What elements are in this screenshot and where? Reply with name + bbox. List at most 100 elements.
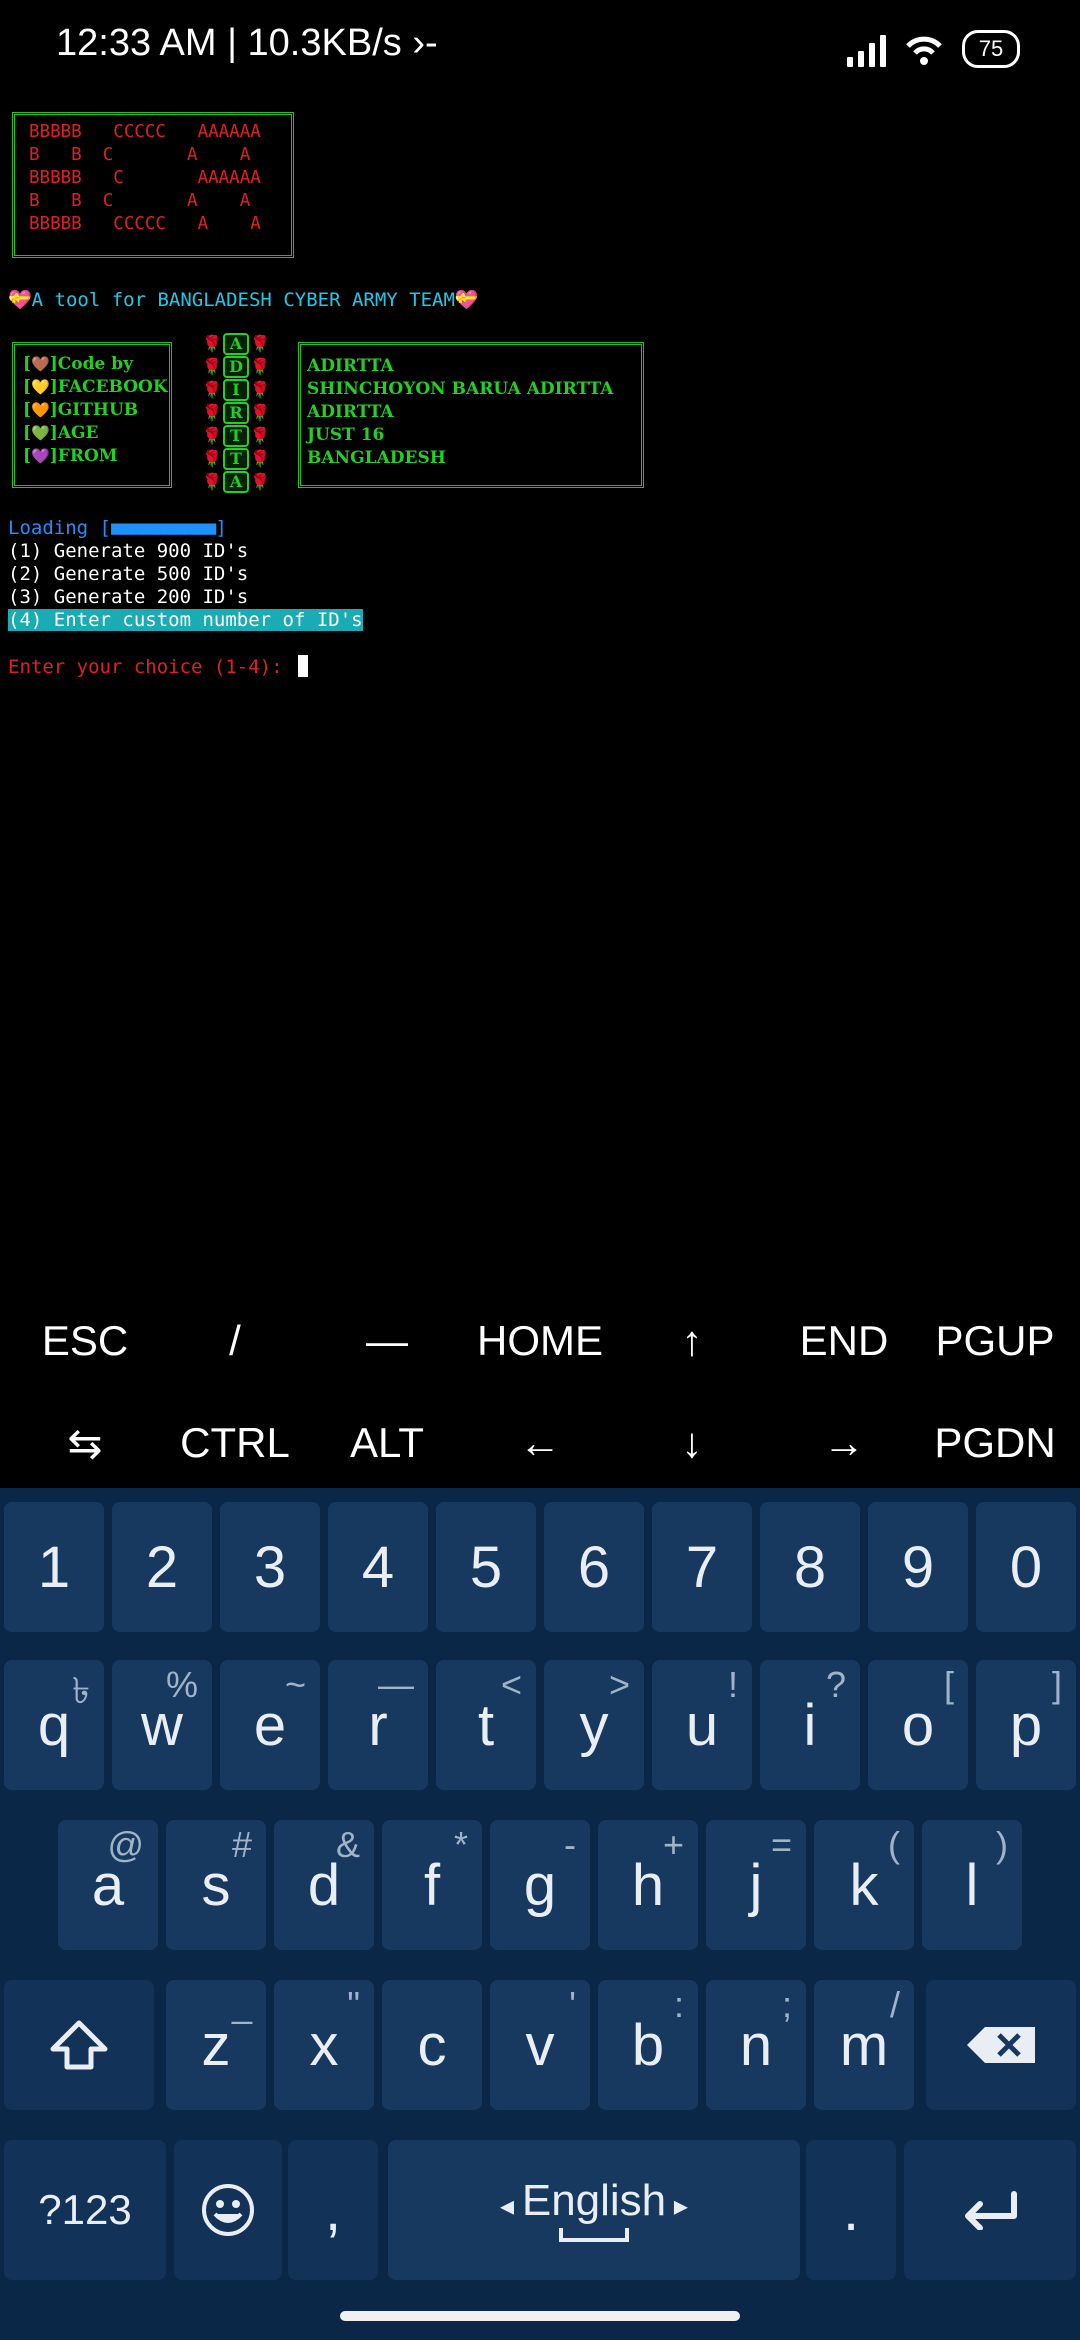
arrow-right-key[interactable]: → bbox=[767, 1398, 921, 1488]
home-key[interactable]: HOME bbox=[463, 1296, 617, 1386]
key-label: s bbox=[201, 1852, 231, 1918]
key-label: i bbox=[803, 1692, 817, 1758]
info-label: [🤎]Code by bbox=[23, 354, 134, 374]
key-hint: ৳ bbox=[72, 1670, 90, 1711]
shift-key[interactable] bbox=[4, 1980, 154, 2110]
key-h[interactable]: h + bbox=[598, 1820, 698, 1950]
info-label: [💚]AGE bbox=[23, 423, 99, 443]
choice-prompt[interactable]: Enter your choice (1-4): bbox=[8, 655, 308, 678]
key-label: l bbox=[965, 1852, 979, 1918]
key-label: m bbox=[839, 2012, 889, 2078]
info-label: [💜]FROM bbox=[23, 446, 118, 466]
name-letter: D bbox=[223, 355, 249, 378]
dash-key[interactable]: — bbox=[310, 1296, 464, 1386]
key-label: 7 bbox=[685, 1534, 719, 1600]
key-label: t bbox=[477, 1692, 495, 1758]
key-label: u bbox=[685, 1692, 719, 1758]
comma-key[interactable]: , bbox=[288, 2140, 378, 2280]
key-n[interactable]: n; bbox=[706, 1980, 806, 2110]
enter-icon bbox=[965, 2191, 1017, 2230]
key-hint: ' bbox=[569, 1984, 576, 2025]
key-o[interactable]: o[ bbox=[868, 1660, 968, 1790]
tab-key[interactable]: ⇆ bbox=[8, 1398, 162, 1488]
key-c[interactable]: c bbox=[382, 1980, 482, 2110]
author-name-column: 🌹 A 🌹 🌹 D 🌹 🌹 I 🌹 🌹 R 🌹 🌹 T 🌹 🌹 T 🌹 🌹 A 🌹 bbox=[196, 332, 276, 493]
pgup-key[interactable]: PGUP bbox=[918, 1296, 1072, 1386]
key-8[interactable]: 8 bbox=[760, 1502, 860, 1632]
slash-key[interactable]: / bbox=[158, 1296, 312, 1386]
info-values-box: ADIRTTA SHINCHOYON BARUA ADIRTTA ADIRTTA JU… bbox=[298, 342, 644, 488]
ctrl-key[interactable]: CTRL bbox=[158, 1398, 312, 1488]
key-x[interactable]: x " bbox=[274, 1980, 374, 2110]
key-j[interactable]: j = bbox=[706, 1820, 806, 1950]
key-7[interactable]: 7 bbox=[652, 1502, 752, 1632]
arrow-down-key[interactable]: ↓ bbox=[615, 1398, 769, 1488]
backspace-key[interactable] bbox=[926, 1980, 1076, 2110]
key-g[interactable]: g- bbox=[490, 1820, 590, 1950]
key-label: n bbox=[739, 2012, 773, 2078]
key-l[interactable]: l) bbox=[922, 1820, 1022, 1950]
key-z[interactable]: z _ bbox=[166, 1980, 266, 2110]
key-hint: _ bbox=[231, 1984, 252, 2025]
key-hint: ( bbox=[888, 1824, 900, 1865]
key-i[interactable]: i? bbox=[760, 1660, 860, 1790]
key-e[interactable]: e ~ bbox=[220, 1660, 320, 1790]
key-t[interactable]: t < bbox=[436, 1660, 536, 1790]
arrow-up-key[interactable]: ↑ bbox=[615, 1296, 769, 1386]
key-0[interactable]: 0 bbox=[976, 1502, 1076, 1632]
key-hint: [ bbox=[943, 1664, 954, 1705]
end-key[interactable]: END bbox=[767, 1296, 921, 1386]
option-2: (2) Generate 500 ID's bbox=[8, 563, 249, 585]
space-key[interactable]: ◂ English ▸ bbox=[388, 2140, 800, 2280]
key-hint: ! bbox=[727, 1664, 738, 1705]
key-a[interactable]: a @ bbox=[58, 1820, 158, 1950]
info-labels-box: [🤎]Code by [💛]FACEBOOK [🧡]GITHUB [💚]AGE [💜]F… bbox=[12, 342, 172, 488]
key-label: k bbox=[849, 1852, 879, 1918]
key-f[interactable]: f * bbox=[382, 1820, 482, 1950]
heart-icon: 🤎 bbox=[31, 355, 50, 373]
shift-icon bbox=[50, 2020, 108, 2070]
key-m[interactable]: m / bbox=[814, 1980, 914, 2110]
key-p[interactable]: p] bbox=[976, 1660, 1076, 1790]
key-r[interactable]: r — bbox=[328, 1660, 428, 1790]
key-label: 5 bbox=[469, 1534, 503, 1600]
key-u[interactable]: u! bbox=[652, 1660, 752, 1790]
period-key[interactable]: . bbox=[806, 2140, 896, 2280]
key-label: 2 bbox=[145, 1534, 179, 1600]
key-label: 4 bbox=[361, 1534, 395, 1600]
key-d[interactable]: d & bbox=[274, 1820, 374, 1950]
key-5[interactable]: 5 bbox=[436, 1502, 536, 1632]
esc-key[interactable]: ESC bbox=[8, 1296, 162, 1386]
key-v[interactable]: v ' bbox=[490, 1980, 590, 2110]
key-3[interactable]: 3 bbox=[220, 1502, 320, 1632]
key-6[interactable]: 6 bbox=[544, 1502, 644, 1632]
key-label: e bbox=[253, 1692, 287, 1758]
terminal-notification-icon: ›- bbox=[412, 22, 438, 64]
rose-icon: 🌹 bbox=[202, 473, 222, 491]
key-2[interactable]: 2 bbox=[112, 1502, 212, 1632]
emoji-key[interactable] bbox=[174, 2140, 282, 2280]
key-hint: ] bbox=[1051, 1664, 1062, 1705]
key-q[interactable]: q ৳ bbox=[4, 1660, 104, 1790]
key-k[interactable]: k( bbox=[814, 1820, 914, 1950]
key-hint: ? bbox=[825, 1664, 846, 1705]
rose-icon: 🌹 bbox=[202, 381, 222, 399]
alt-key[interactable]: ALT bbox=[310, 1398, 464, 1488]
key-1[interactable]: 1 bbox=[4, 1502, 104, 1632]
enter-key[interactable] bbox=[904, 2140, 1076, 2280]
key-label: z bbox=[201, 2012, 231, 2078]
key-9[interactable]: 9 bbox=[868, 1502, 968, 1632]
key-4[interactable]: 4 bbox=[328, 1502, 428, 1632]
key-y[interactable]: y > bbox=[544, 1660, 644, 1790]
key-w[interactable]: w% bbox=[112, 1660, 212, 1790]
key-b[interactable]: b: bbox=[598, 1980, 698, 2110]
home-indicator[interactable] bbox=[340, 2311, 740, 2321]
pgdn-key[interactable]: PGDN bbox=[918, 1398, 1072, 1488]
language-next-icon: ▸ bbox=[666, 2190, 688, 2221]
name-letter: R bbox=[223, 401, 249, 424]
key-hint: @ bbox=[107, 1824, 144, 1865]
symbols-key[interactable]: ?123 bbox=[4, 2140, 166, 2280]
key-s[interactable]: s # bbox=[166, 1820, 266, 1950]
info-value: SHINCHOYON BARUA ADIRTTA bbox=[307, 379, 614, 399]
arrow-left-key[interactable]: ← bbox=[463, 1398, 617, 1488]
